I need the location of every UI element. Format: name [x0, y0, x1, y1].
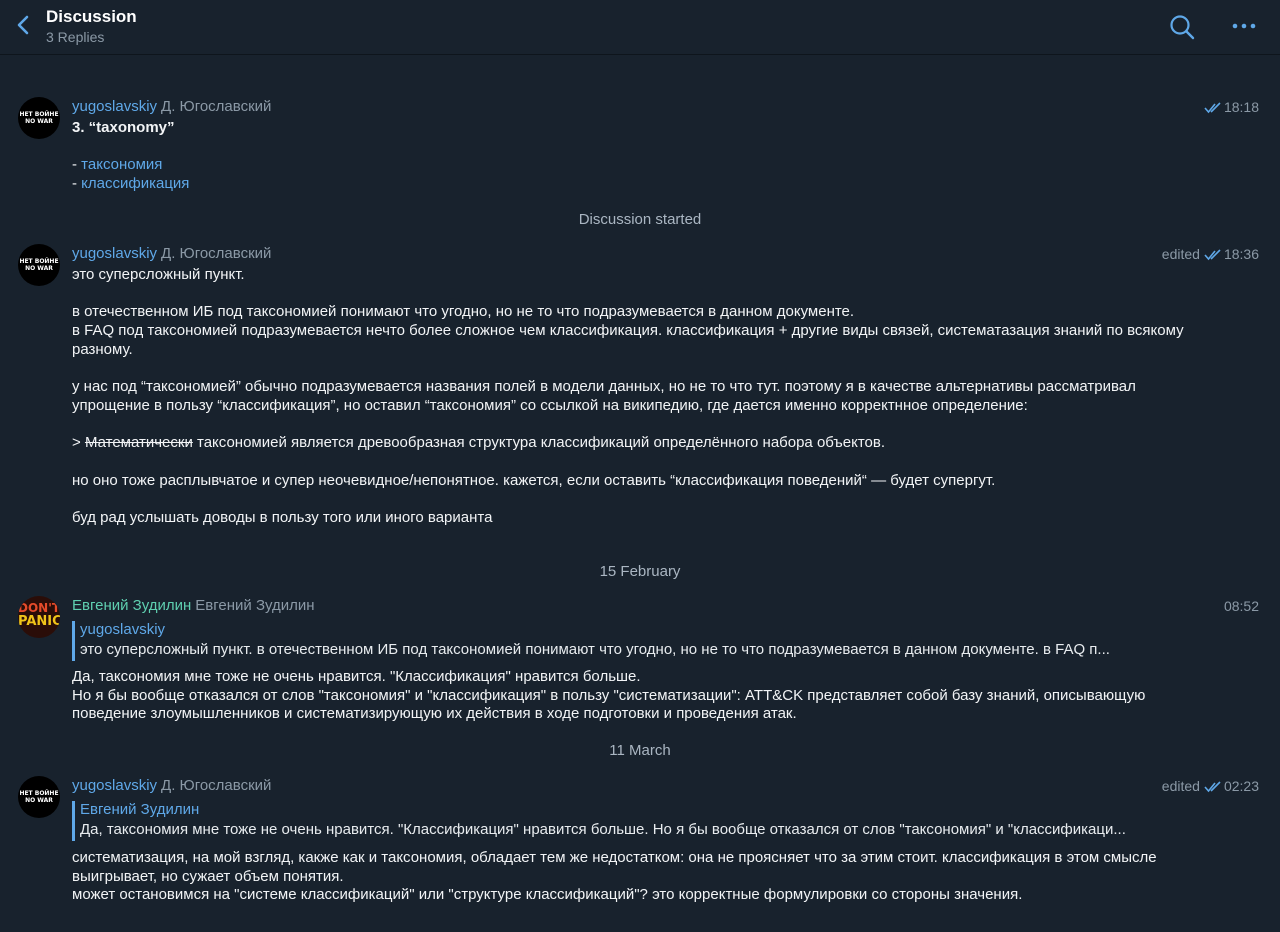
message: НЕТ ВОЙНЕ NO WAR yugoslavskiy Д. Югославс…: [0, 96, 1280, 196]
author-name[interactable]: yugoslavskiy: [72, 245, 157, 262]
message-time: 02:23: [1223, 778, 1259, 794]
page-title: Discussion: [46, 7, 137, 26]
paragraph: у нас под “таксономией” обычно подразуме…: [72, 378, 1136, 414]
paragraph: в FAQ под таксономией подразумевается не…: [72, 322, 1184, 358]
paragraph: в отечественном ИБ под таксономией поним…: [72, 303, 855, 321]
quote-line: > Математически таксономией является дре…: [72, 434, 886, 452]
message: DON'T PANIC Евгений Зудилин Евгений Зудил…: [0, 595, 1280, 730]
reply-quote[interactable]: yugoslavskiy это суперсложный пункт. в о…: [72, 621, 1195, 661]
reply-author: yugoslavskiy: [80, 621, 166, 638]
message-header: Евгений Зудилин Евгений Зудилин: [72, 597, 315, 614]
more-options-button[interactable]: [1229, 14, 1259, 38]
edited-label: edited: [1161, 246, 1200, 262]
message-time: 08:52: [1223, 598, 1259, 614]
list-item: - таксономия: [72, 156, 163, 174]
message-header: yugoslavskiy Д. Югославский: [72, 98, 271, 115]
message-meta: 08:52: [1224, 598, 1259, 614]
avatar-text-line: NO WAR: [25, 118, 53, 125]
avatar-text-line: НЕТ ВОЙНЕ: [19, 258, 59, 265]
message-meta: 18:18: [1204, 99, 1259, 115]
more-dots-icon: [1232, 23, 1256, 29]
avatar-text-line: НЕТ ВОЙНЕ: [19, 790, 59, 797]
avatar[interactable]: НЕТ ВОЙНЕ NO WAR: [18, 776, 60, 818]
author-name[interactable]: yugoslavskiy: [72, 98, 157, 115]
avatar[interactable]: DON'T PANIC: [18, 596, 60, 638]
back-button[interactable]: [14, 13, 34, 37]
reply-quote[interactable]: Евгений Зудилин Да, таксономия мне тоже …: [72, 801, 1195, 841]
avatar-text-line: НЕТ ВОЙНЕ: [19, 111, 59, 118]
wiki-link[interactable]: таксономия: [81, 156, 162, 173]
message-text: систематизация, на мой взгляд, какже как…: [72, 849, 1202, 905]
service-message: Discussion started: [578, 211, 702, 228]
message: НЕТ ВОЙНЕ NO WAR yugoslavskiy Д. Югославс…: [0, 243, 1280, 548]
message-text: 3. “taxonomy” - таксономия - классификац…: [72, 119, 1202, 194]
paragraph: может остановимся на "системе классифика…: [72, 886, 1023, 904]
author-rank: Д. Югославский: [161, 98, 272, 115]
message-header: yugoslavskiy Д. Югославский: [72, 245, 271, 262]
author-rank: Д. Югославский: [161, 245, 272, 262]
search-icon: [1170, 15, 1195, 40]
author-name[interactable]: yugoslavskiy: [72, 777, 157, 794]
search-button[interactable]: [1168, 13, 1196, 41]
paragraph: Но я бы вообще отказался от слов "таксон…: [72, 686, 1146, 723]
message-meta: edited 18:36: [1162, 246, 1259, 262]
message-meta: edited 02:23: [1162, 778, 1259, 794]
reply-snippet: Да, таксономия мне тоже не очень нравитс…: [80, 821, 1126, 838]
paragraph: систематизация, на мой взгляд, какже как…: [72, 849, 1157, 885]
date-separator: 15 February: [599, 563, 681, 580]
message-text: Да, таксономия мне тоже не очень нравитс…: [72, 668, 1202, 724]
wiki-link[interactable]: классификация: [81, 175, 189, 192]
message: НЕТ ВОЙНЕ NO WAR yugoslavskiy Д. Югославс…: [0, 775, 1280, 910]
read-checkmarks-icon: [1204, 249, 1221, 261]
author-name[interactable]: Евгений Зудилин: [72, 597, 191, 614]
message-header: yugoslavskiy Д. Югославский: [72, 777, 271, 794]
read-checkmarks-icon: [1204, 781, 1221, 793]
list-item: - классификация: [72, 175, 190, 193]
avatar-text-line: DON'T: [18, 601, 60, 615]
replies-count: 3 Replies: [46, 29, 105, 45]
author-rank: Евгений Зудилин: [195, 597, 315, 614]
reply-snippet: это суперсложный пункт. в отечественном …: [80, 641, 1110, 658]
paragraph: но оно тоже расплывчатое и супер неочеви…: [72, 471, 996, 489]
top-bar: Discussion 3 Replies: [0, 0, 1280, 55]
message-text: это суперсложный пункт. в отечественном …: [72, 266, 1202, 528]
paragraph: буд рад услышать доводы в пользу того ил…: [72, 509, 493, 527]
edited-label: edited: [1161, 778, 1200, 794]
chevron-left-icon: [17, 15, 29, 35]
struck-text: Математически: [84, 434, 193, 452]
message-time: 18:36: [1223, 246, 1259, 262]
paragraph: это суперсложный пункт.: [72, 266, 245, 283]
avatar[interactable]: НЕТ ВОЙНЕ NO WAR: [18, 244, 60, 286]
message-time: 18:18: [1223, 99, 1259, 115]
message-title: 3. “taxonomy”: [72, 119, 175, 136]
avatar-text-line: NO WAR: [25, 265, 53, 272]
avatar-text-line: NO WAR: [25, 797, 53, 804]
avatar-text-line: PANIC: [18, 614, 60, 629]
author-rank: Д. Югославский: [161, 777, 272, 794]
avatar[interactable]: НЕТ ВОЙНЕ NO WAR: [18, 97, 60, 139]
paragraph: Да, таксономия мне тоже не очень нравитс…: [72, 668, 641, 685]
date-separator: 11 March: [609, 742, 671, 759]
reply-author: Евгений Зудилин: [80, 801, 200, 818]
read-checkmarks-icon: [1204, 102, 1221, 114]
